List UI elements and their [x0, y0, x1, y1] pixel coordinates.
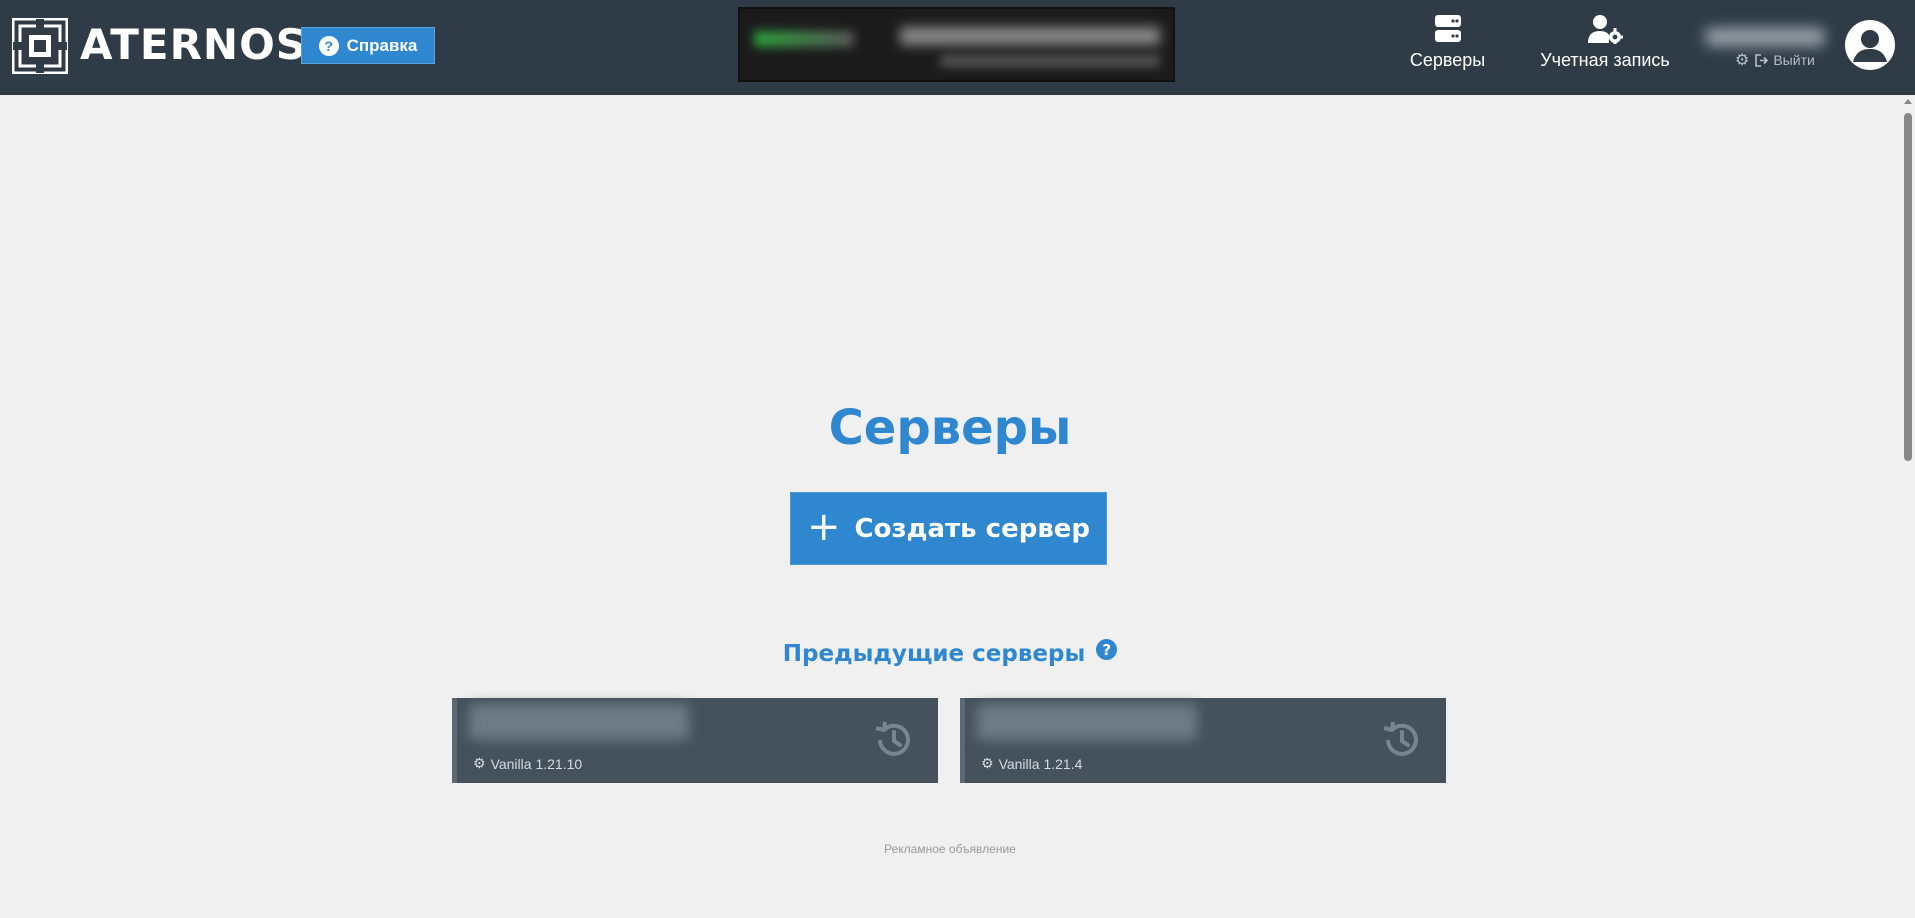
previous-servers-heading: Предыдущие серверы ?: [0, 639, 1900, 667]
nav-account-label: Учетная запись: [1540, 50, 1670, 70]
nav-servers[interactable]: Серверы: [1405, 14, 1490, 71]
create-server-label: Создать сервер: [854, 513, 1091, 544]
gear-icon: ⚙: [981, 755, 994, 771]
avatar-silhouette: [1853, 30, 1887, 62]
ad-blurred-subline: [940, 55, 1160, 67]
ad-blurred-headline: [900, 27, 1160, 45]
ad-label: Рекламное объявление: [884, 842, 1016, 856]
question-circle-icon[interactable]: ?: [1096, 639, 1118, 660]
logout-label: Выйти: [1773, 52, 1815, 68]
user-gear-icon: [1588, 15, 1623, 44]
scroll-thumb[interactable]: [1904, 113, 1912, 461]
nav-servers-label: Серверы: [1409, 50, 1486, 70]
brand-name[interactable]: ATERNOS: [80, 20, 307, 69]
aternos-logo-icon[interactable]: [12, 18, 68, 74]
top-header: ATERNOS ? Справка Серверы Учетная запись…: [0, 0, 1915, 95]
scroll-up-arrow-icon[interactable]: [1904, 99, 1912, 104]
previous-server-card[interactable]: ⚙ Vanilla 1.21.4: [960, 698, 1446, 783]
nav-account[interactable]: Учетная запись: [1535, 14, 1675, 71]
gear-icon: ⚙: [473, 755, 486, 771]
server-version-label: Vanilla 1.21.10: [490, 755, 583, 772]
server-name-blurred: [977, 704, 1197, 740]
help-button-label: Справка: [346, 35, 418, 55]
question-circle-icon: ?: [318, 35, 339, 56]
previous-server-card[interactable]: ⚙ Vanilla 1.21.10: [452, 698, 938, 783]
user-actions: ⚙ Выйти: [1735, 50, 1815, 70]
previous-servers-label: Предыдущие серверы: [782, 641, 1086, 667]
gear-icon[interactable]: ⚙: [1735, 50, 1749, 70]
server-name-blurred: [469, 704, 689, 740]
history-icon[interactable]: [1380, 718, 1424, 762]
create-server-button[interactable]: + Создать сервер: [790, 492, 1107, 565]
help-button[interactable]: ? Справка: [301, 27, 435, 64]
server-version: ⚙ Vanilla 1.21.4: [981, 755, 1082, 772]
sign-out-icon: [1755, 53, 1769, 67]
server-version: ⚙ Vanilla 1.21.10: [473, 755, 582, 772]
logout-link[interactable]: Выйти: [1755, 52, 1815, 68]
username-blurred: [1705, 28, 1825, 46]
header-ad-banner[interactable]: [738, 7, 1175, 82]
history-icon[interactable]: [872, 718, 916, 762]
user-avatar-icon[interactable]: [1845, 20, 1895, 70]
ad-blurred-logo: [754, 31, 854, 47]
page-title: Серверы: [828, 400, 1072, 456]
server-stack-icon: [1434, 15, 1461, 42]
plus-icon: +: [806, 503, 841, 550]
server-version-label: Vanilla 1.21.4: [998, 755, 1083, 772]
page-scrollbar[interactable]: [1900, 95, 1915, 918]
